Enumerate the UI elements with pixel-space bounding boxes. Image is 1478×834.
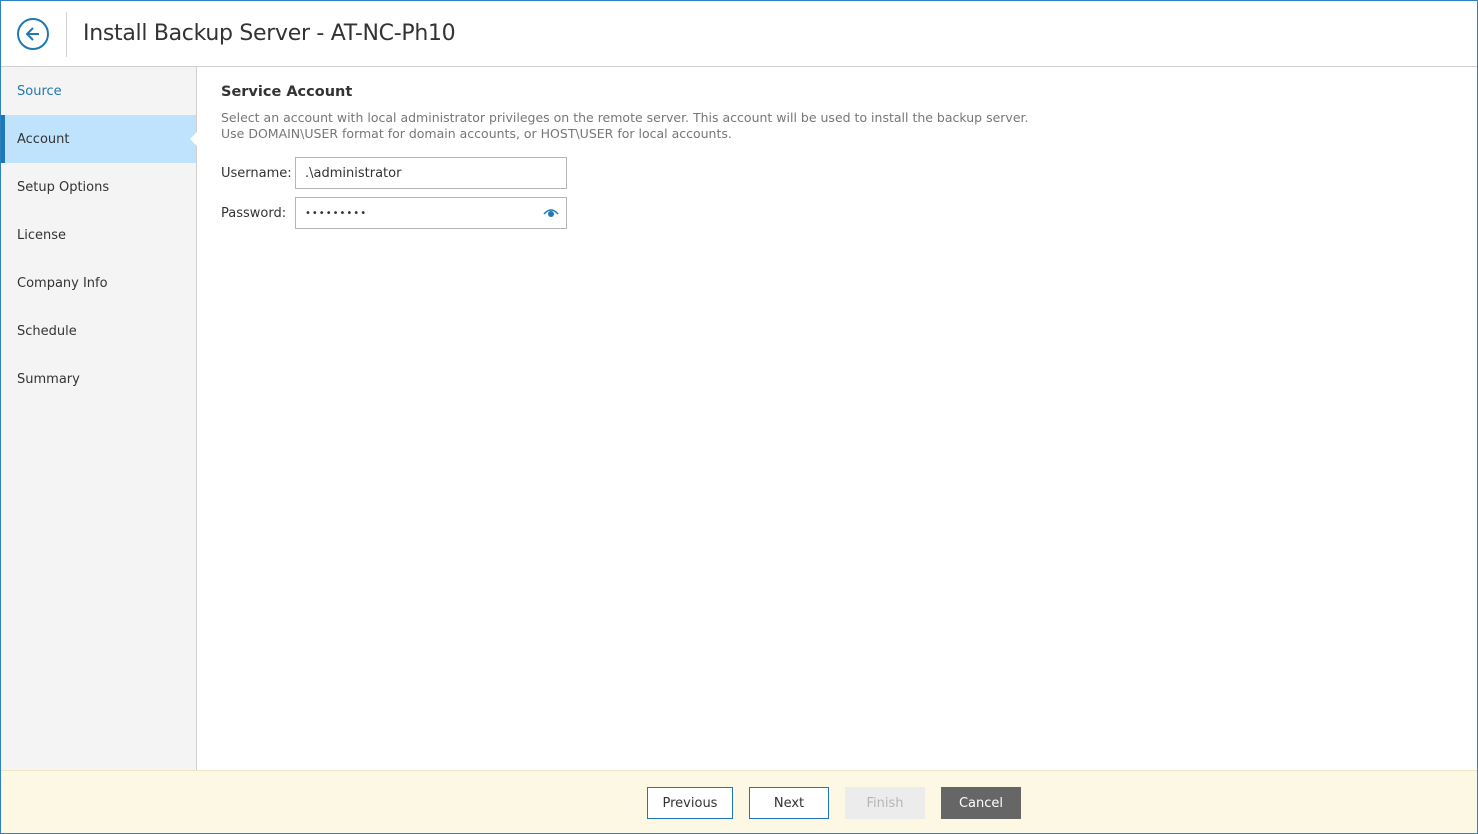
header-divider: [66, 12, 67, 57]
page-title: Install Backup Server - AT-NC-Ph10: [83, 21, 456, 46]
sidebar-item-setup-options[interactable]: Setup Options: [1, 163, 196, 211]
cancel-button[interactable]: Cancel: [941, 787, 1021, 819]
sidebar-item-schedule[interactable]: Schedule: [1, 307, 196, 355]
previous-button[interactable]: Previous: [647, 787, 733, 819]
password-label: Password:: [221, 206, 287, 221]
sidebar-item-account[interactable]: Account: [1, 115, 197, 163]
password-field[interactable]: •••••••••: [295, 197, 567, 229]
username-label: Username:: [221, 166, 292, 181]
username-field[interactable]: .\administrator: [295, 157, 567, 189]
section-description: Select an account with local administrat…: [221, 110, 1029, 141]
sidebar-item-license[interactable]: License: [1, 211, 196, 259]
eye-icon[interactable]: [543, 206, 559, 220]
back-arrow-icon: [25, 27, 39, 41]
section-title: Service Account: [221, 84, 353, 100]
sidebar-item-source[interactable]: Source: [1, 67, 196, 115]
wizard-header: Install Backup Server - AT-NC-Ph10: [1, 1, 1477, 67]
finish-button[interactable]: Finish: [845, 787, 925, 819]
back-button[interactable]: [17, 18, 49, 50]
sidebar-item-summary[interactable]: Summary: [1, 355, 196, 403]
wizard-window: Install Backup Server - AT-NC-Ph10 Sourc…: [0, 0, 1478, 834]
wizard-steps-sidebar: Source Account Setup Options License Com…: [1, 67, 197, 770]
password-value: •••••••••: [305, 207, 368, 219]
sidebar-item-company-info[interactable]: Company Info: [1, 259, 196, 307]
next-button[interactable]: Next: [749, 787, 829, 819]
wizard-footer: Previous Next Finish Cancel: [1, 770, 1477, 833]
username-value: .\administrator: [305, 165, 402, 181]
